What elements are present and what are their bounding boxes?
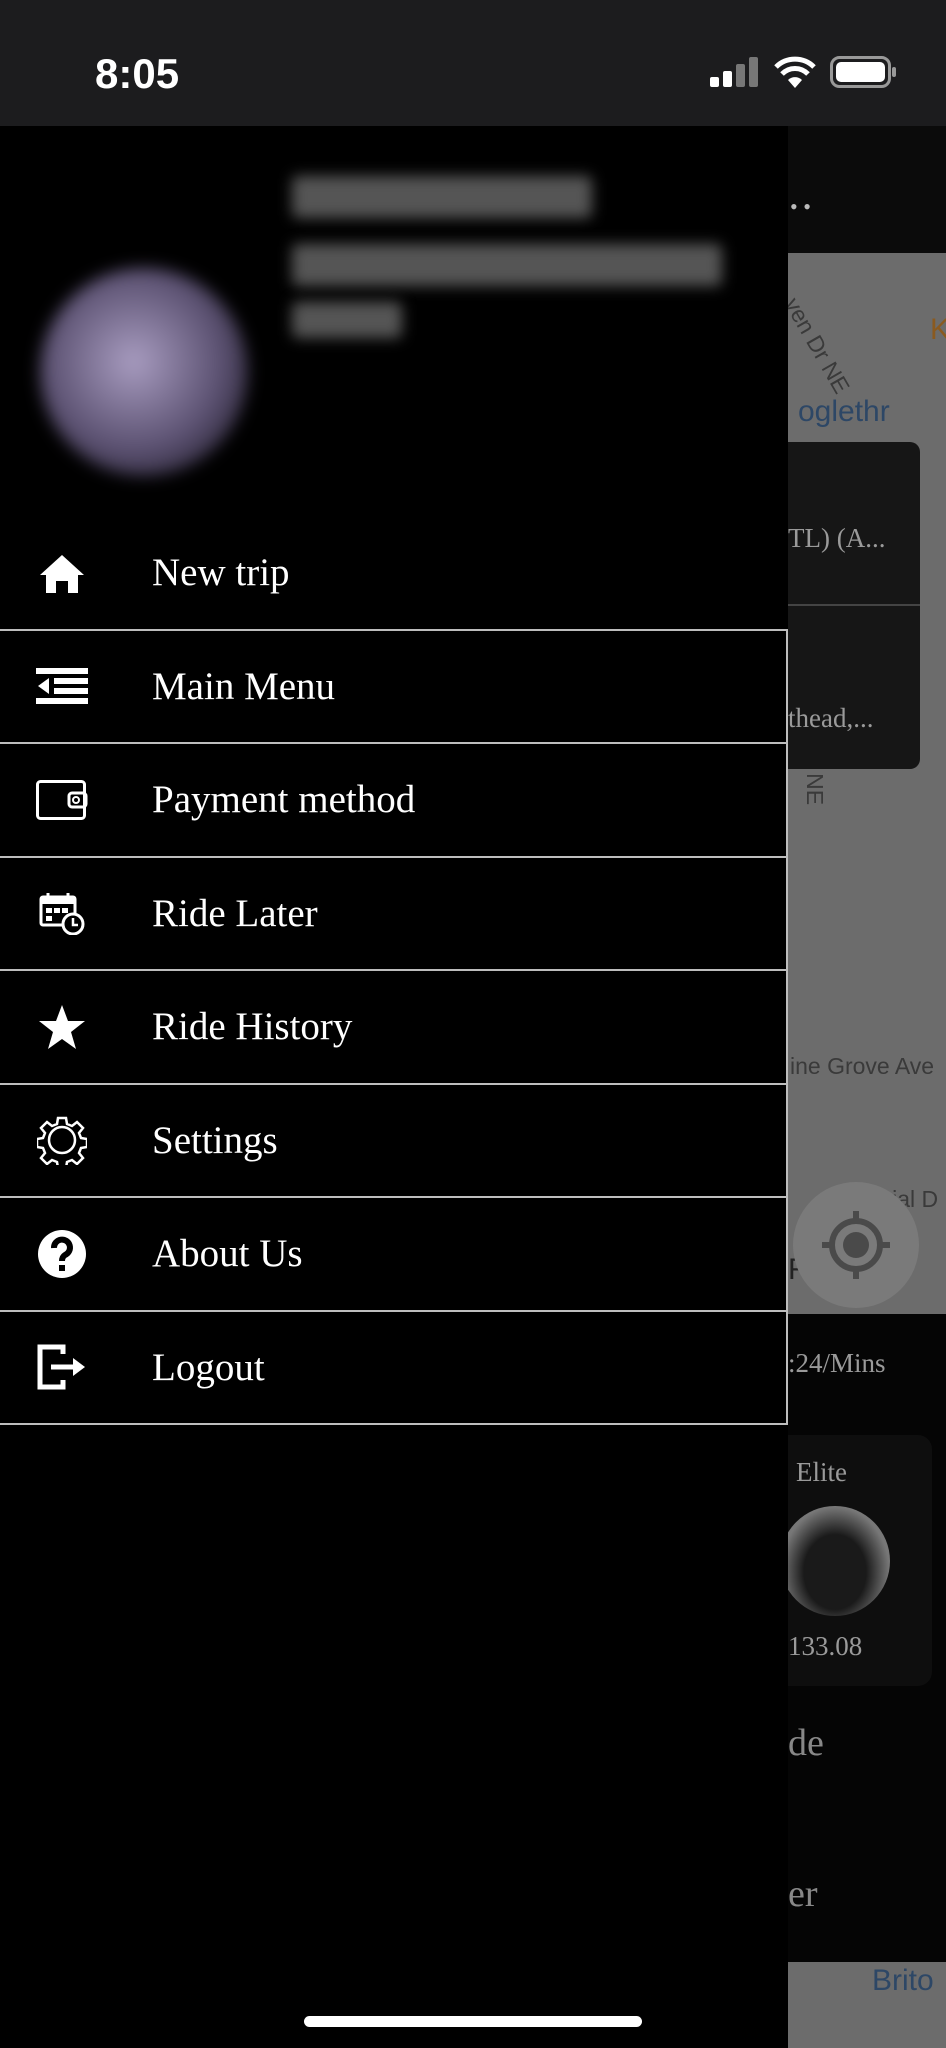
rate-text: :24/Mins bbox=[788, 1348, 886, 1378]
background-map: ven Dr NE K oglethr Colonial Dr NE ine G… bbox=[788, 253, 946, 1314]
vehicle-image bbox=[788, 1506, 890, 1616]
menu-item-label: Ride History bbox=[152, 1005, 353, 1049]
home-icon bbox=[40, 554, 84, 593]
button-text-2: er bbox=[788, 1873, 818, 1915]
menu-item-label: Settings bbox=[152, 1118, 278, 1162]
battery-icon bbox=[830, 56, 896, 88]
vehicle-card[interactable]: Elite 133.08 bbox=[788, 1435, 932, 1686]
menu-item-logout[interactable]: Logout bbox=[0, 1311, 788, 1425]
vehicle-name: Elite bbox=[796, 1457, 847, 1487]
menu-item-settings[interactable]: Settings bbox=[0, 1084, 788, 1198]
background-screen: • • ven Dr NE K oglethr Colonial Dr NE i… bbox=[788, 126, 946, 2048]
background-header: • • bbox=[788, 126, 946, 253]
wallet-icon bbox=[36, 779, 88, 820]
user-email-redacted bbox=[292, 244, 722, 286]
signal-icon bbox=[710, 57, 758, 87]
menu-item-label: New trip bbox=[152, 551, 290, 595]
vehicle-price: 133.08 bbox=[788, 1631, 863, 1661]
menu-item-about-us[interactable]: About Us bbox=[0, 1198, 788, 1312]
menu-item-label: Ride Later bbox=[152, 891, 318, 935]
gear-icon bbox=[37, 1117, 87, 1166]
menu-item-main-menu[interactable]: Main Menu bbox=[0, 630, 788, 744]
avatar bbox=[40, 268, 248, 476]
home-indicator[interactable] bbox=[304, 2016, 642, 2027]
menu-item-ride-history[interactable]: Ride History bbox=[0, 971, 788, 1085]
logout-icon bbox=[37, 1344, 85, 1390]
menu-item-new-trip[interactable]: New trip bbox=[0, 517, 788, 631]
user-detail-redacted bbox=[292, 302, 402, 338]
drawer-menu: New trip Main Menu Payment method Ride L… bbox=[0, 517, 788, 1425]
status-time: 8:05 bbox=[95, 50, 180, 97]
menu-item-label: About Us bbox=[152, 1232, 303, 1276]
menu-item-label: Payment method bbox=[152, 778, 416, 822]
question-circle-icon bbox=[38, 1229, 86, 1278]
crosshair-icon bbox=[822, 1211, 890, 1279]
menu-item-label: Logout bbox=[152, 1345, 265, 1389]
locate-button[interactable] bbox=[793, 1182, 919, 1308]
calendar-clock-icon bbox=[39, 893, 85, 936]
menu-item-payment-method[interactable]: Payment method bbox=[0, 744, 788, 858]
background-map-bottom: Brito bbox=[788, 1962, 946, 2048]
user-name-redacted bbox=[292, 176, 592, 218]
menu-list-icon bbox=[36, 668, 88, 705]
button-text-1: de bbox=[788, 1722, 824, 1764]
star-icon bbox=[39, 1004, 85, 1049]
menu-item-label: Main Menu bbox=[152, 664, 336, 708]
dropoff-text: thead,... bbox=[788, 703, 874, 733]
menu-item-ride-later[interactable]: Ride Later bbox=[0, 857, 788, 971]
wifi-icon bbox=[774, 56, 816, 88]
status-bar: 8:05 bbox=[0, 0, 946, 126]
pickup-text: TL) (A... bbox=[788, 523, 886, 553]
